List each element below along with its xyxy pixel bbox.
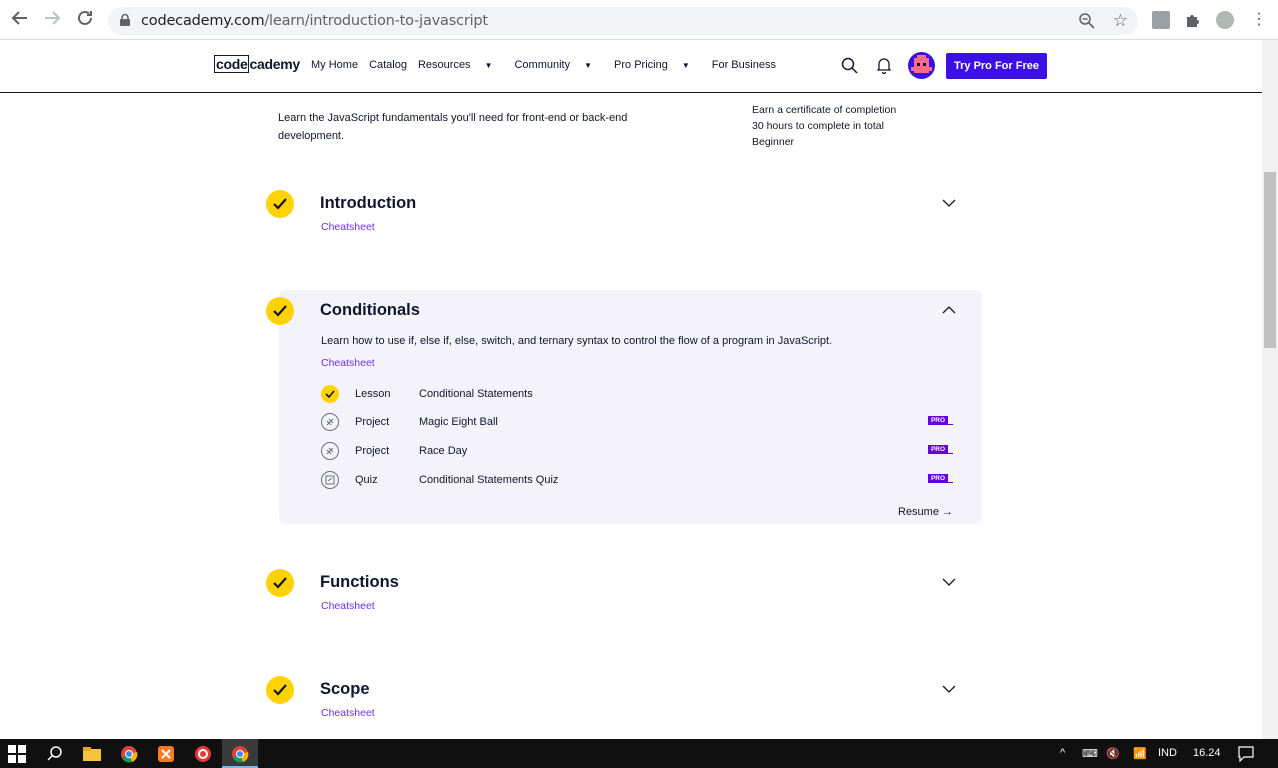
chevron-down-icon[interactable] [942, 578, 956, 586]
list-item-lesson[interactable]: Lesson Conditional Statements [321, 385, 957, 405]
completed-check-icon [266, 676, 294, 704]
module-title[interactable]: Functions [320, 573, 399, 592]
module-title[interactable]: Scope [320, 680, 370, 699]
course-syllabus: Learn the JavaScript fundamentals you'll… [0, 93, 1262, 739]
cheatsheet-link[interactable]: Cheatsheet [321, 600, 375, 612]
list-item-quiz[interactable]: Quiz Conditional Statements Quiz PRO [321, 471, 957, 491]
chrome-icon[interactable] [230, 744, 250, 764]
item-name[interactable]: Race Day [419, 445, 467, 457]
item-type: Quiz [355, 474, 378, 486]
lock-icon [120, 14, 130, 26]
nav-my-home[interactable]: My Home [311, 59, 358, 71]
codecademy-logo[interactable]: code cademy [214, 55, 300, 73]
module-title[interactable]: Introduction [320, 194, 416, 213]
item-type: Project [355, 416, 390, 428]
meta-level: Beginner [752, 136, 795, 148]
windows-taskbar: ^ ⌨ 🔇 📶 IND 16.24 [0, 739, 1278, 768]
cheatsheet-link[interactable]: Cheatsheet [321, 707, 375, 719]
project-icon [321, 413, 339, 431]
chevron-up-icon[interactable] [942, 306, 956, 314]
cheatsheet-link[interactable]: Cheatsheet [321, 221, 375, 233]
menu-kebab-icon[interactable]: ⋮ [1250, 11, 1268, 29]
site-header: code cademy My Home Catalog Resources ▼ Co… [0, 40, 1262, 93]
project-icon [321, 442, 339, 460]
completed-check-icon [266, 297, 294, 325]
windows-start-icon[interactable] [8, 745, 26, 763]
chrome-icon[interactable] [119, 744, 139, 764]
chevron-up-icon[interactable]: ^ [1060, 747, 1065, 759]
try-pro-button[interactable]: Try Pro For Free [946, 53, 1047, 79]
top-nav: My Home Catalog Resources ▼ Community ▼ Pr… [311, 59, 787, 71]
course-meta: Earn a certificate of completion 30 hour… [752, 102, 896, 150]
puzzle-icon[interactable] [1184, 11, 1202, 29]
reload-icon[interactable] [74, 9, 96, 31]
browser-toolbar: codecademy.com/learn/introduction-to-jav… [0, 0, 1278, 40]
caret-down-icon: ▼ [681, 61, 690, 70]
page-scrollbar[interactable] [1262, 40, 1278, 739]
bookmark-star-icon[interactable]: ☆ [1113, 11, 1128, 31]
meta-certificate: Earn a certificate of completion [752, 104, 897, 116]
volume-mute-icon[interactable]: 🔇 [1106, 747, 1120, 760]
caret-down-icon: ▼ [484, 61, 493, 70]
module-description: Learn how to use if, else if, else, swit… [321, 335, 833, 347]
bell-icon[interactable] [877, 57, 891, 74]
nav-pro-pricing[interactable]: Pro Pricing ▼ [614, 59, 701, 71]
resume-button[interactable]: Resume → [898, 506, 953, 518]
meta-duration: 30 hours to complete in total [752, 120, 884, 132]
pro-badge: PRO [928, 445, 954, 455]
nav-resources[interactable]: Resources ▼ [418, 59, 504, 71]
completed-check-icon [266, 569, 294, 597]
list-item-project[interactable]: Project Magic Eight Ball PRO [321, 413, 957, 433]
file-explorer-icon[interactable] [82, 744, 102, 764]
item-name[interactable]: Conditional Statements Quiz [419, 474, 558, 486]
scrollbar-thumb[interactable] [1264, 172, 1276, 348]
app-icon[interactable] [193, 744, 213, 764]
pro-badge: PRO [928, 474, 954, 484]
arrow-right-icon: → [942, 506, 954, 518]
address-bar[interactable]: codecademy.com/learn/introduction-to-jav… [108, 7, 1138, 35]
completed-check-icon [266, 190, 294, 218]
forward-arrow-icon[interactable] [41, 9, 63, 31]
profile-avatar-icon[interactable] [1216, 11, 1234, 29]
keyboard-icon[interactable]: ⌨ [1082, 747, 1098, 760]
chevron-down-icon[interactable] [942, 685, 956, 693]
item-name[interactable]: Conditional Statements [419, 388, 533, 400]
user-avatar[interactable] [908, 52, 935, 79]
nav-for-business[interactable]: For Business [712, 59, 776, 71]
back-arrow-icon[interactable] [9, 9, 31, 31]
xampp-icon[interactable] [156, 744, 176, 764]
search-icon[interactable] [45, 744, 65, 764]
course-description: Learn the JavaScript fundamentals you'll… [278, 112, 628, 142]
search-icon[interactable] [841, 57, 858, 74]
item-name[interactable]: Magic Eight Ball [419, 416, 498, 428]
notification-icon[interactable] [1238, 746, 1254, 762]
quiz-icon [321, 471, 339, 489]
item-type: Project [355, 445, 390, 457]
cheatsheet-link[interactable]: Cheatsheet [321, 357, 375, 369]
module-title[interactable]: Conditionals [320, 301, 420, 320]
list-item-project[interactable]: Project Race Day PRO [321, 442, 957, 462]
nav-catalog[interactable]: Catalog [369, 59, 407, 71]
wifi-icon[interactable]: 📶 [1133, 747, 1147, 760]
nav-community[interactable]: Community ▼ [514, 59, 603, 71]
clock[interactable]: 16.24 [1193, 747, 1221, 759]
zoom-icon[interactable] [1078, 12, 1096, 30]
pro-badge: PRO [928, 416, 954, 426]
extension-icon[interactable] [1152, 11, 1170, 29]
completed-check-icon [321, 385, 339, 403]
chevron-down-icon[interactable] [942, 199, 956, 207]
url-text: codecademy.com/learn/introduction-to-jav… [141, 13, 488, 29]
caret-down-icon: ▼ [584, 61, 593, 70]
item-type: Lesson [355, 388, 391, 400]
language-indicator[interactable]: IND [1158, 747, 1177, 759]
